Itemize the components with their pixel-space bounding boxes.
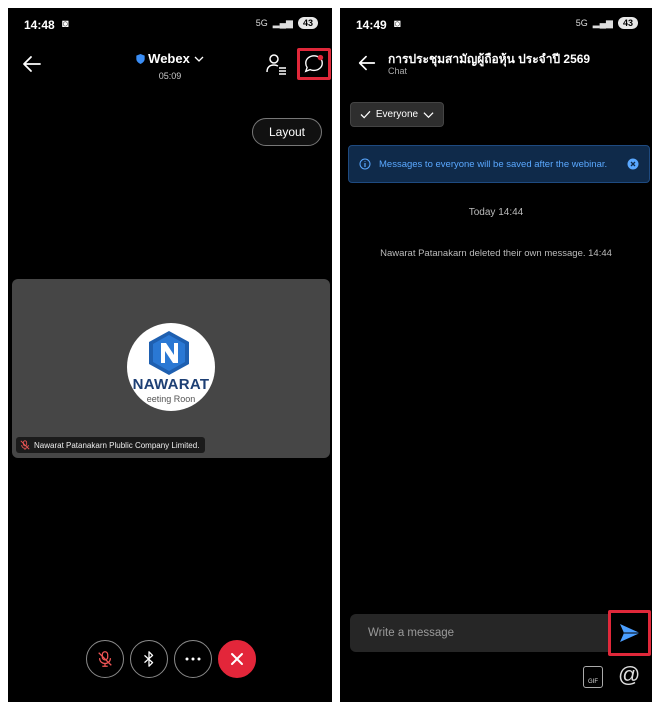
date-separator: Today 14:44 xyxy=(468,207,524,218)
status-time: 14:48 xyxy=(24,18,55,32)
message-input-container xyxy=(350,614,614,652)
chat-subtitle: Chat xyxy=(388,66,408,76)
end-call-icon xyxy=(231,653,243,665)
avatar-sub-text: eeting Roon xyxy=(146,394,196,404)
status-bar: 14:48 ◙ 5G ▂▄▆ 43 xyxy=(8,8,332,42)
meeting-screen: 14:48 ◙ 5G ▂▄▆ 43 Webex 05:09 Layout NAW… xyxy=(8,8,332,702)
gif-button[interactable]: GIF xyxy=(583,666,603,688)
chat-screen: 14:49 ◙ 5G ▂▄▆ 43 การประชุมสามัญผู้ถือหุ… xyxy=(340,8,652,702)
status-indicators: 5G ▂▄▆ 43 xyxy=(576,17,638,29)
screen-record-icon: ◙ xyxy=(394,18,401,30)
chat-bubble-icon xyxy=(304,54,324,73)
bluetooth-icon xyxy=(144,651,154,667)
network-label: 5G xyxy=(255,18,268,28)
participant-name: Nawarat Patanakarn Plublic Company Limit… xyxy=(34,440,200,450)
message-input[interactable] xyxy=(368,627,614,639)
chevron-down-icon xyxy=(194,56,204,62)
send-button[interactable] xyxy=(608,610,651,656)
info-banner-text: Messages to everyone will be saved after… xyxy=(379,158,608,170)
mute-button[interactable] xyxy=(86,640,124,678)
chevron-down-icon xyxy=(423,111,434,118)
info-icon xyxy=(359,158,371,170)
chat-button[interactable] xyxy=(297,48,331,80)
call-controls xyxy=(86,640,256,678)
participant-video-tile[interactable]: NAWARAT eeting Roon Nawarat Patanakarn P… xyxy=(12,279,330,458)
mic-muted-icon xyxy=(98,651,112,667)
back-arrow-icon[interactable] xyxy=(356,52,378,74)
chat-title: การประชุมสามัญผู้ถือหุ้น ประจำปี 2569 xyxy=(388,52,591,66)
screen-record-icon: ◙ xyxy=(62,18,69,30)
signal-icon: ▂▄▆ xyxy=(592,17,613,28)
more-button[interactable] xyxy=(174,640,212,678)
shield-icon xyxy=(136,53,145,64)
send-icon xyxy=(619,624,640,642)
mic-muted-icon xyxy=(20,440,30,450)
company-logo-icon xyxy=(149,331,189,375)
avatar: NAWARAT eeting Roon xyxy=(127,323,215,411)
network-label: 5G xyxy=(575,18,588,28)
status-bar: 14:49 ◙ 5G ▂▄▆ 43 xyxy=(340,8,652,42)
system-message: Nawarat Patanakarn deleted their own mes… xyxy=(380,248,612,259)
info-banner: Messages to everyone will be saved after… xyxy=(348,145,650,183)
participants-icon[interactable] xyxy=(264,52,288,76)
status-time: 14:49 xyxy=(356,18,387,32)
battery-indicator: 43 xyxy=(297,17,318,29)
avatar-brand-text: NAWARAT xyxy=(132,376,210,393)
status-indicators: 5G ▂▄▆ 43 xyxy=(256,17,318,29)
recipient-label: Everyone xyxy=(375,109,419,120)
check-icon xyxy=(360,110,371,119)
layout-button[interactable]: Layout xyxy=(252,118,322,146)
participant-name-tag: Nawarat Patanakarn Plublic Company Limit… xyxy=(16,437,206,453)
mention-icon[interactable]: @ xyxy=(618,664,640,686)
signal-icon: ▂▄▆ xyxy=(272,17,293,28)
more-icon xyxy=(185,657,201,661)
end-call-button[interactable] xyxy=(218,640,256,678)
close-icon[interactable] xyxy=(627,158,639,170)
app-name: Webex xyxy=(148,51,190,66)
bluetooth-button[interactable] xyxy=(130,640,168,678)
battery-indicator: 43 xyxy=(617,17,638,29)
recipient-selector[interactable]: Everyone xyxy=(350,102,444,127)
